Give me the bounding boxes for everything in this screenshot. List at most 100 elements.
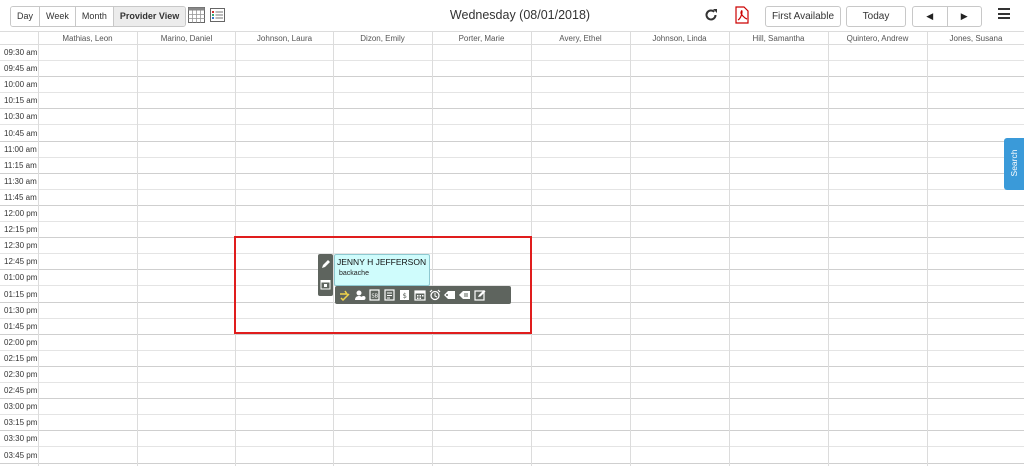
time-label: 02:45 pm <box>4 386 38 396</box>
time-slot-row[interactable]: 03:45 pm <box>0 448 1024 464</box>
time-slot-row[interactable]: 02:15 pm <box>0 351 1024 367</box>
time-label: 11:45 am <box>4 192 37 202</box>
toolbar: Day Week Month Provider View Wednesday (… <box>0 0 1024 31</box>
provider-column-header: Quintero, Andrew <box>828 32 926 45</box>
provider-column-header: Porter, Marie <box>432 32 530 45</box>
appointment-side-tools <box>318 254 333 296</box>
time-slot-row[interactable]: 10:30 am <box>0 109 1024 126</box>
calendar-small-icon[interactable] <box>318 274 333 294</box>
time-slot-row[interactable]: 11:30 am <box>0 174 1024 190</box>
calendar-action-icon[interactable] <box>413 288 426 302</box>
time-label: 02:00 pm <box>4 337 38 347</box>
time-slot-row[interactable]: 02:00 pm <box>0 335 1024 351</box>
tag-icon[interactable] <box>443 288 456 302</box>
column-divider <box>927 45 928 466</box>
svg-text:$: $ <box>403 292 407 300</box>
pdf-icon[interactable] <box>735 6 749 24</box>
time-label: 03:00 pm <box>4 402 38 412</box>
column-divider <box>137 45 138 466</box>
time-slot-row[interactable]: 10:15 am <box>0 93 1024 110</box>
first-available-button[interactable]: First Available <box>765 6 841 27</box>
provider-column-header: Mathias, Leon <box>38 32 136 45</box>
time-label: 01:00 pm <box>4 273 38 283</box>
previous-day-button[interactable]: ◀ <box>913 7 948 26</box>
time-label: 02:15 pm <box>4 353 38 363</box>
week-view-button[interactable]: Week <box>40 7 76 26</box>
provider-column-header: Johnson, Linda <box>630 32 728 45</box>
time-slot-row[interactable]: 10:45 am <box>0 126 1024 142</box>
calendar-grid-icon[interactable] <box>188 7 205 23</box>
time-label: 09:30 am <box>4 48 38 57</box>
appointment-action-bar: SB $ <box>335 286 511 304</box>
time-slot-row[interactable]: 11:00 am <box>0 142 1024 158</box>
provider-view-button[interactable]: Provider View <box>113 7 186 26</box>
time-label: 03:15 pm <box>4 418 38 428</box>
time-label: 01:45 pm <box>4 321 38 331</box>
refresh-icon[interactable] <box>704 8 718 22</box>
time-label: 12:15 pm <box>4 225 38 235</box>
time-label: 11:30 am <box>4 176 37 186</box>
appointment-reason: backache <box>339 270 369 277</box>
provider-column-header: Hill, Samantha <box>729 32 827 45</box>
time-label: 03:30 pm <box>4 434 38 444</box>
time-slot-row[interactable]: 10:00 am <box>0 77 1024 94</box>
search-tab[interactable]: Search <box>1004 138 1024 190</box>
time-slot-row[interactable]: 09:45 am <box>0 61 1024 78</box>
time-label: 10:45 am <box>4 128 38 138</box>
time-label: 10:00 am <box>4 80 38 90</box>
column-divider <box>828 45 829 466</box>
time-slot-row[interactable]: 03:15 pm <box>0 415 1024 432</box>
day-view-button[interactable]: Day <box>11 7 41 26</box>
appointment-card[interactable]: JENNY H JEFFERSON backache <box>334 254 430 286</box>
time-label: 01:30 pm <box>4 305 38 315</box>
time-slot-row[interactable]: 11:15 am <box>0 158 1024 174</box>
provider-column-header: Jones, Susana <box>927 32 1024 45</box>
edit-note-icon[interactable] <box>473 288 486 302</box>
time-label: 09:45 am <box>4 64 38 74</box>
time-label: 10:15 am <box>4 96 38 106</box>
time-label: 12:45 pm <box>4 257 38 267</box>
date-navigation: ◀ ▶ <box>912 6 982 27</box>
time-slot-row[interactable]: 03:00 pm <box>0 399 1024 416</box>
column-divider <box>630 45 631 466</box>
time-label: 11:00 am <box>4 144 37 154</box>
billing-icon[interactable]: $ <box>398 288 411 302</box>
patient-icon[interactable] <box>353 288 366 302</box>
document-icon[interactable]: SB <box>368 288 381 302</box>
provider-column-header: Johnson, Laura <box>235 32 333 45</box>
provider-column-header: Dizon, Emily <box>333 32 431 45</box>
notes-icon[interactable] <box>383 288 396 302</box>
next-day-button[interactable]: ▶ <box>948 7 982 26</box>
label-icon[interactable] <box>458 288 471 302</box>
month-view-button[interactable]: Month <box>75 7 114 26</box>
svg-text:SB: SB <box>372 294 379 300</box>
view-switcher: Day Week Month Provider View <box>10 6 187 27</box>
time-slot-row[interactable]: 02:30 pm <box>0 367 1024 383</box>
time-label: 11:15 am <box>4 160 37 170</box>
time-slot-row[interactable]: 09:30 am <box>0 45 1024 61</box>
time-slot-row[interactable]: 12:00 pm <box>0 206 1024 222</box>
column-divider <box>729 45 730 466</box>
time-slot-row[interactable]: 03:30 pm <box>0 431 1024 448</box>
search-tab-label: Search <box>1009 149 1019 177</box>
provider-column-header: Avery, Ethel <box>531 32 629 45</box>
hamburger-menu-icon[interactable] <box>998 8 1010 19</box>
column-divider <box>38 45 39 466</box>
check-in-icon[interactable] <box>338 288 351 302</box>
appointment-patient-name: JENNY H JEFFERSON <box>337 257 427 267</box>
today-button[interactable]: Today <box>846 6 906 27</box>
time-label: 03:45 pm <box>4 450 38 460</box>
time-slot-row[interactable]: 11:45 am <box>0 190 1024 206</box>
time-label: 01:15 pm <box>4 289 38 299</box>
alarm-clock-icon[interactable] <box>428 288 441 302</box>
date-title: Wednesday (08/01/2018) <box>449 8 591 22</box>
list-view-icon[interactable] <box>210 8 225 22</box>
time-label: 10:30 am <box>4 112 38 122</box>
edit-pencil-icon[interactable] <box>318 254 333 274</box>
time-label: 12:00 pm <box>4 209 38 218</box>
time-slot-row[interactable]: 02:45 pm <box>0 383 1024 400</box>
time-label: 12:30 pm <box>4 241 38 251</box>
provider-column-header: Marino, Daniel <box>137 32 235 45</box>
time-label: 02:30 pm <box>4 370 38 379</box>
provider-header-row: Mathias, Leon Marino, Daniel Johnson, Laur… <box>0 31 1024 45</box>
